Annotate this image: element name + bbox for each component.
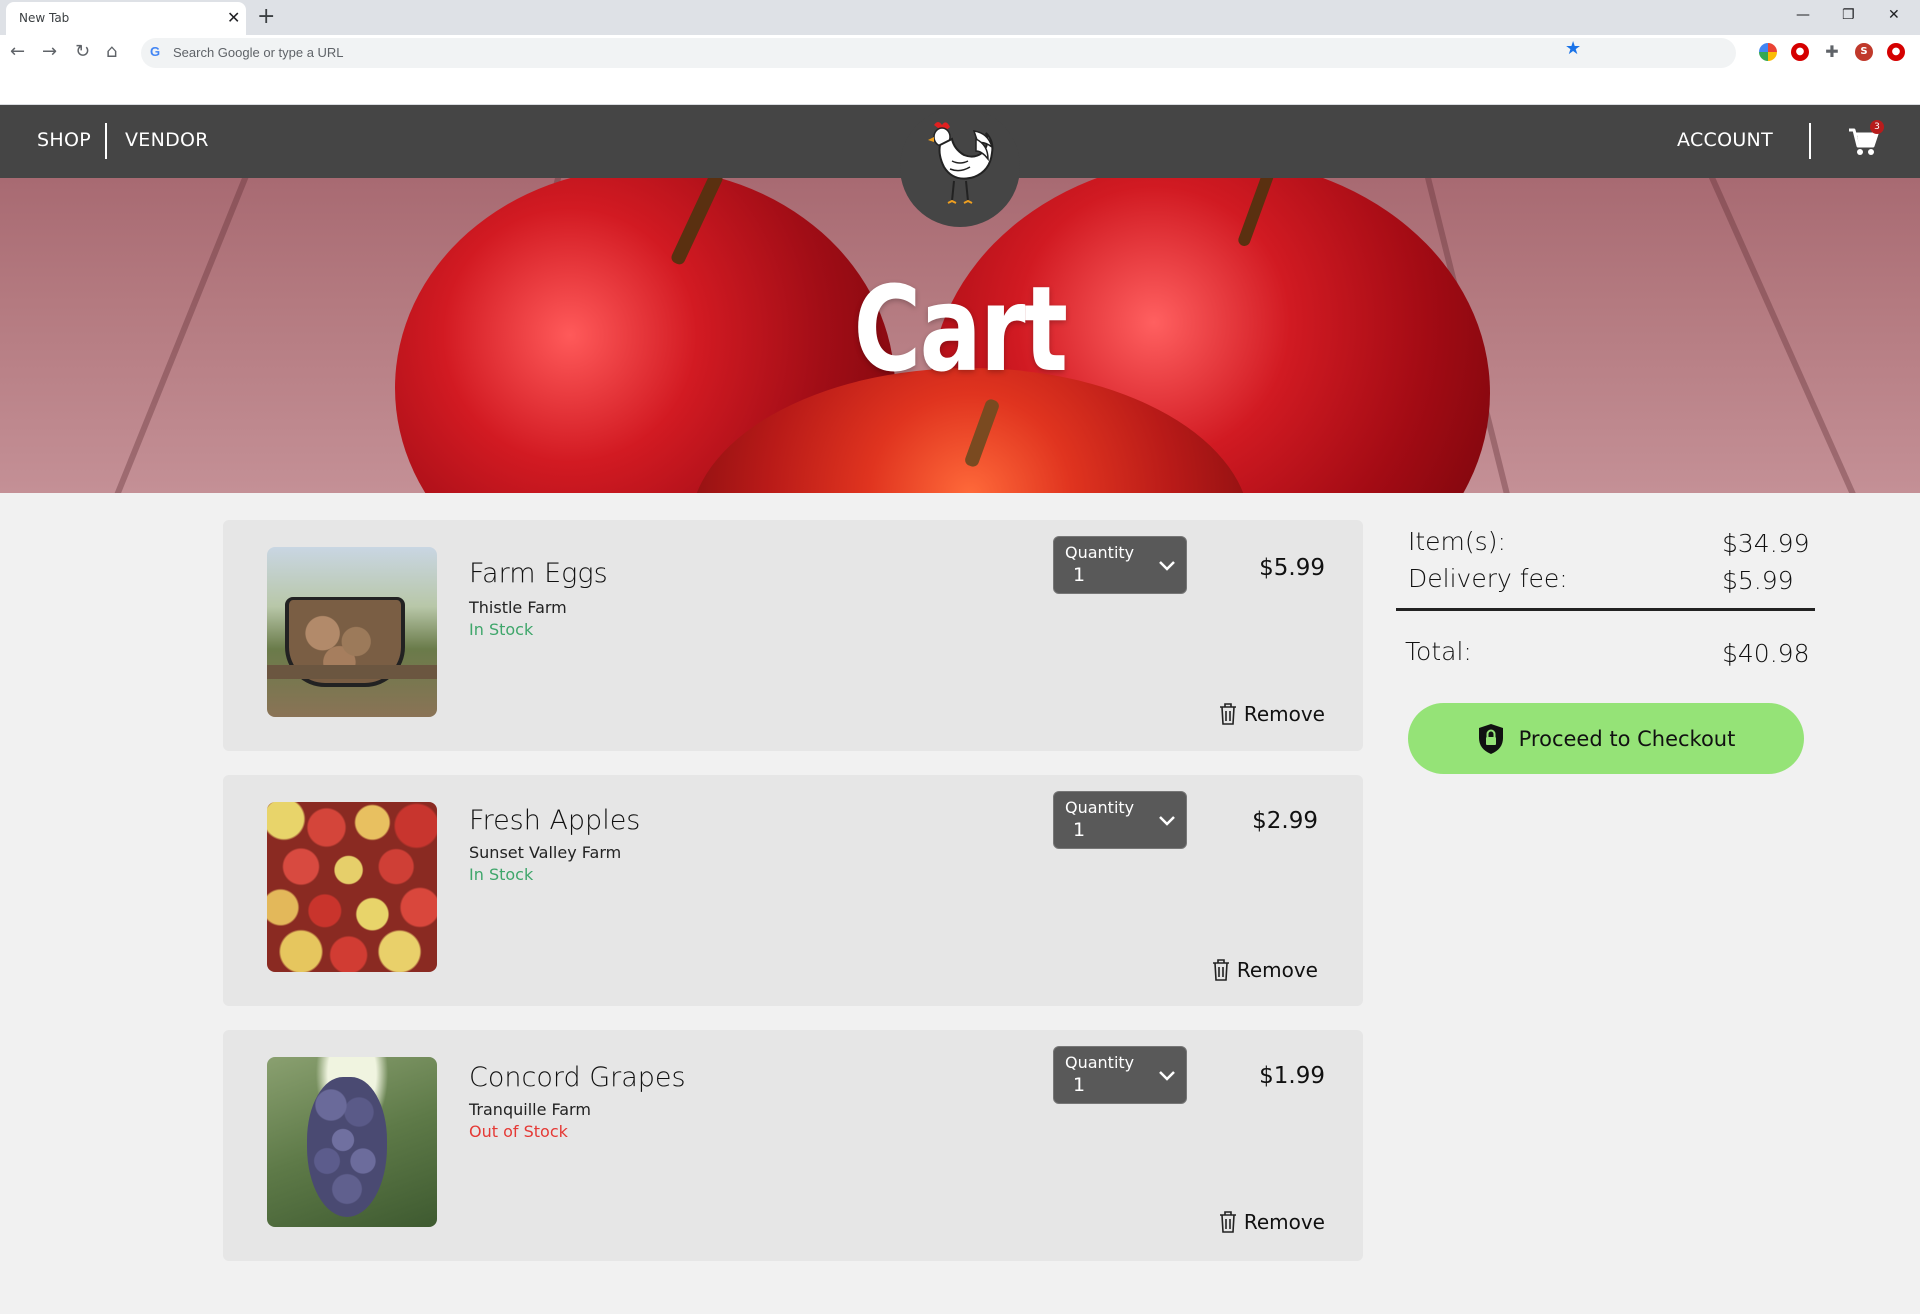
- item-farm[interactable]: Thistle Farm: [469, 598, 567, 617]
- wood-plank: [1700, 178, 1877, 493]
- item-farm[interactable]: Tranquille Farm: [469, 1100, 591, 1119]
- chevron-down-icon: [1159, 1071, 1175, 1081]
- cart-count-badge: 3: [1870, 120, 1884, 134]
- item-price: $2.99: [1252, 808, 1318, 834]
- browser-toolbar: ← → ↻ ⌂ G Search Google or type a URL ★ …: [0, 35, 1920, 71]
- quantity-select[interactable]: Quantity 1: [1053, 791, 1187, 849]
- extension-icon[interactable]: ●: [1887, 43, 1905, 61]
- rooster-logo-icon: [928, 122, 994, 204]
- browser-tabstrip: New Tab ✕ + — ❐ ✕: [0, 0, 1920, 35]
- proceed-to-checkout-button[interactable]: Proceed to Checkout: [1408, 703, 1804, 774]
- quantity-value: 1: [1073, 564, 1086, 586]
- nav-vendor-link[interactable]: VENDOR: [125, 129, 209, 151]
- cart-item: Concord Grapes Tranquille Farm Out of St…: [223, 1030, 1363, 1261]
- adblock-extension-icon[interactable]: ●: [1791, 43, 1809, 61]
- address-placeholder: Search Google or type a URL: [173, 45, 344, 60]
- forward-icon[interactable]: →: [42, 42, 57, 62]
- tab-title: New Tab: [19, 11, 70, 25]
- total-value: $40.98: [1722, 639, 1810, 668]
- quantity-select[interactable]: Quantity 1: [1053, 1046, 1187, 1104]
- remove-label: Remove: [1236, 958, 1318, 982]
- chevron-down-icon: [1159, 561, 1175, 571]
- stock-status: In Stock: [469, 865, 534, 884]
- chevron-down-icon: [1159, 816, 1175, 826]
- browser-tab[interactable]: New Tab ✕: [6, 2, 246, 35]
- window-close-icon[interactable]: ✕: [1888, 6, 1900, 24]
- remove-label: Remove: [1243, 702, 1325, 726]
- color-extension-icon[interactable]: [1759, 43, 1777, 61]
- nav-shop-link[interactable]: SHOP: [37, 129, 91, 151]
- back-icon[interactable]: ←: [10, 42, 25, 62]
- profile-avatar[interactable]: S: [1855, 43, 1873, 61]
- lock-shield-icon: [1478, 723, 1503, 754]
- item-name[interactable]: Fresh Apples: [469, 805, 640, 836]
- delivery-fee-value: $5.99: [1722, 566, 1794, 595]
- trash-icon: [1212, 959, 1229, 981]
- remove-button[interactable]: Remove: [1218, 700, 1325, 728]
- total-label: Total:: [1405, 637, 1472, 666]
- item-farm[interactable]: Sunset Valley Farm: [469, 843, 621, 862]
- summary-divider: [1396, 608, 1815, 611]
- item-thumbnail-apples: [267, 802, 437, 972]
- cart-item: Farm Eggs Thistle Farm In Stock Quantity…: [223, 520, 1363, 751]
- bookmark-star-icon[interactable]: ★: [1565, 38, 1581, 59]
- checkout-label: Proceed to Checkout: [1518, 726, 1736, 751]
- items-subtotal-value: $34.99: [1722, 529, 1810, 558]
- quantity-label: Quantity: [1065, 1053, 1135, 1072]
- site-logo[interactable]: [900, 107, 1020, 227]
- extensions-puzzle-icon[interactable]: ✚: [1823, 43, 1841, 61]
- nav-account-link[interactable]: ACCOUNT: [1677, 129, 1773, 151]
- delivery-fee-label: Delivery fee:: [1408, 564, 1568, 593]
- address-bar[interactable]: G Search Google or type a URL: [141, 38, 1736, 68]
- remove-button[interactable]: Remove: [1218, 1208, 1325, 1236]
- nav-divider: [105, 123, 107, 159]
- item-price: $1.99: [1259, 1063, 1325, 1089]
- quantity-select[interactable]: Quantity 1: [1053, 536, 1187, 594]
- page-title: Cart: [853, 260, 1068, 398]
- stock-status: In Stock: [469, 620, 534, 639]
- item-price: $5.99: [1259, 555, 1325, 581]
- restore-icon[interactable]: ❐: [1842, 6, 1855, 24]
- minimize-icon[interactable]: —: [1796, 6, 1810, 24]
- trash-icon: [1219, 703, 1236, 725]
- new-tab-button[interactable]: +: [257, 5, 275, 29]
- quantity-label: Quantity: [1065, 798, 1135, 817]
- item-thumbnail-grapes: [267, 1057, 437, 1227]
- items-subtotal-label: Item(s):: [1408, 527, 1506, 556]
- item-name[interactable]: Farm Eggs: [469, 558, 608, 589]
- item-name[interactable]: Concord Grapes: [469, 1062, 686, 1093]
- bookmark-bar: [0, 71, 1920, 105]
- cart-item: Fresh Apples Sunset Valley Farm In Stock…: [223, 775, 1363, 1006]
- quantity-value: 1: [1073, 819, 1086, 841]
- close-icon[interactable]: ✕: [227, 9, 240, 27]
- reload-icon[interactable]: ↻: [75, 42, 90, 62]
- remove-button[interactable]: Remove: [1211, 956, 1318, 984]
- remove-label: Remove: [1243, 1210, 1325, 1234]
- quantity-label: Quantity: [1065, 543, 1135, 562]
- home-icon[interactable]: ⌂: [106, 42, 117, 62]
- google-icon: G: [150, 44, 161, 59]
- quantity-value: 1: [1073, 1074, 1086, 1096]
- trash-icon: [1219, 1211, 1236, 1233]
- stock-status: Out of Stock: [469, 1122, 568, 1141]
- nav-divider: [1809, 123, 1811, 159]
- item-thumbnail-eggs: [267, 547, 437, 717]
